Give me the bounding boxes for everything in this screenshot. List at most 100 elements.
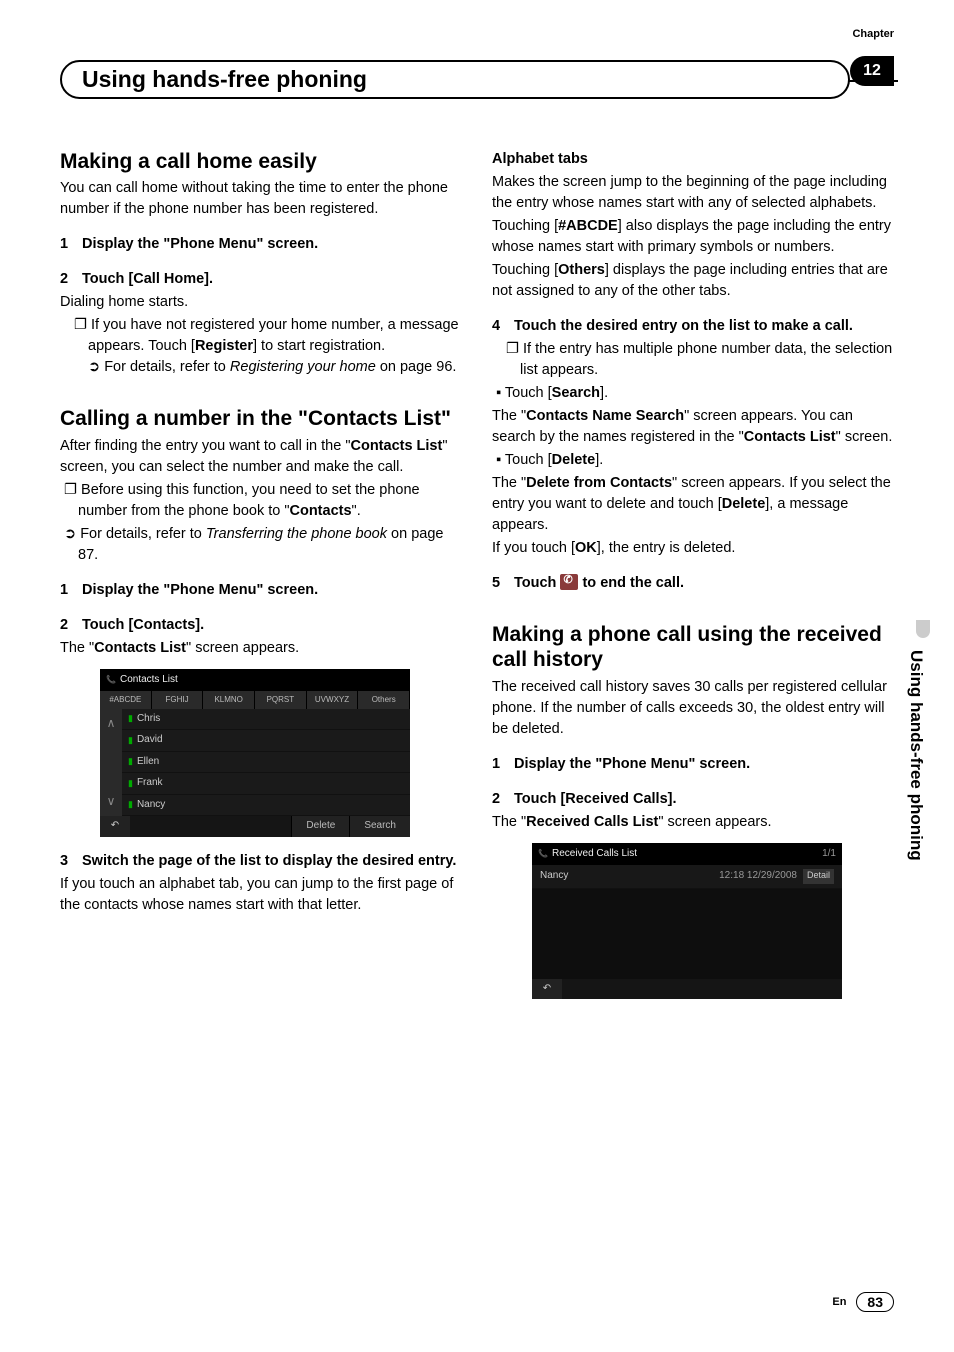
ss-scrollbar[interactable]: ∧ ∨ — [100, 709, 122, 817]
down-arrow-icon[interactable]: ∨ — [107, 793, 116, 810]
text-italic: Registering your home — [230, 359, 376, 375]
delete-button[interactable]: Delete — [291, 816, 349, 837]
step-text: Touch the desired entry on the list to m… — [514, 318, 853, 334]
chapter-label: Chapter — [852, 28, 894, 40]
ss-tab[interactable]: FGHIJ — [152, 691, 204, 709]
step-3: 3Switch the page of the list to display … — [60, 851, 462, 872]
paragraph: Makes the screen jump to the beginning o… — [492, 172, 894, 214]
step-1c: 1Display the "Phone Menu" screen. — [492, 754, 894, 775]
paragraph: The received call history saves 30 calls… — [492, 677, 894, 740]
step-text: to end the call. — [578, 575, 684, 591]
right-column: Alphabet tabs Makes the screen jump to t… — [492, 149, 894, 1009]
search-button[interactable]: Search — [349, 816, 410, 837]
text: Before using this function, you need to … — [78, 482, 420, 519]
ss-tab[interactable]: PQRST — [255, 691, 307, 709]
list-item[interactable]: ▮Chris — [122, 709, 410, 731]
list-item[interactable]: ▮ David — [122, 730, 410, 752]
list-item[interactable]: Nancy 12:18 12/29/2008 Detail — [532, 865, 842, 889]
header-bar: Using hands-free phoning — [60, 60, 894, 99]
step-1b: 1Display the "Phone Menu" screen. — [60, 580, 462, 601]
ss-tab[interactable]: KLMNO — [203, 691, 255, 709]
page-footer: En 83 — [832, 1292, 894, 1312]
paragraph: You can call home without taking the tim… — [60, 178, 462, 220]
text-bold: Delete — [552, 452, 596, 468]
paragraph: Touching [#ABCDE] also displays the page… — [492, 216, 894, 258]
contact-name: Nancy — [137, 798, 165, 813]
paragraph: If you touch an alphabet tab, you can ju… — [60, 874, 462, 916]
ss-tab[interactable]: UVWXYZ — [307, 691, 359, 709]
text-bold: Contacts Name Search — [526, 408, 684, 424]
text-bold: #ABCDE — [558, 218, 618, 234]
step-text: Touch — [514, 575, 560, 591]
note-item: Before using this function, you need to … — [60, 480, 462, 522]
step-2c: 2Touch [Received Calls]. — [492, 789, 894, 810]
paragraph: The "Delete from Contacts" screen appear… — [492, 473, 894, 536]
text: ]. — [595, 452, 603, 468]
paragraph: The "Received Calls List" screen appears… — [492, 812, 894, 833]
paragraph: If you touch [OK], the entry is deleted. — [492, 538, 894, 559]
subheading-alphabet-tabs: Alphabet tabs — [492, 149, 894, 170]
text-bold: Contacts — [290, 503, 352, 519]
step-text: Display the "Phone Menu" screen. — [82, 582, 318, 598]
ss-tab[interactable]: Others — [358, 691, 410, 709]
caller-name: Nancy — [540, 869, 568, 884]
ss-title-bar: 📞 Received Calls List 1/1 — [532, 843, 842, 866]
up-arrow-icon[interactable]: ∧ — [107, 715, 116, 732]
ss-contact-list: ▮Chris ▮ David ▮ Ellen ▮Frank ▮ Nancy — [122, 709, 410, 817]
text: ] to start registration. — [253, 338, 385, 354]
detail-button[interactable]: Detail — [803, 869, 834, 884]
mobile-icon: ▮ — [128, 712, 133, 725]
text-bold: Register — [195, 338, 253, 354]
list-item[interactable]: ▮Frank — [122, 773, 410, 795]
step-text: Touch [Received Calls]. — [514, 791, 677, 807]
page-indicator: 1/1 — [822, 847, 836, 862]
contact-name: David — [137, 733, 163, 748]
heading-calling-contacts: Calling a number in the "Contacts List" — [60, 406, 462, 431]
text: The " — [492, 475, 526, 491]
text: ". — [352, 503, 361, 519]
list-item[interactable]: ▮ Nancy — [122, 795, 410, 817]
text-bold: Search — [552, 385, 600, 401]
ss-footer: ↶ Delete Search — [100, 816, 410, 837]
ss-title-text: Received Calls List — [552, 847, 637, 862]
text: After finding the entry you want to call… — [60, 438, 350, 454]
text-bold: Others — [558, 262, 605, 278]
back-button[interactable]: ↶ — [532, 979, 562, 1000]
text-bold: Contacts List — [350, 438, 442, 454]
end-call-icon — [560, 574, 578, 590]
page-title: Using hands-free phoning — [82, 66, 367, 92]
mobile-icon: ▮ — [128, 734, 133, 747]
text: The " — [492, 814, 526, 830]
step-text: Display the "Phone Menu" screen. — [514, 756, 750, 772]
list-item[interactable]: ▮ Ellen — [122, 752, 410, 774]
ref-item: For details, refer to Registering your h… — [60, 357, 462, 378]
paragraph: After finding the entry you want to call… — [60, 436, 462, 478]
footer-lang: En — [832, 1296, 846, 1308]
text: Touch [ — [505, 385, 552, 401]
text: " screen. — [836, 429, 893, 445]
footer-page-number: 83 — [856, 1292, 894, 1312]
mobile-icon: ▮ — [128, 755, 133, 768]
paragraph: Touching [Others] displays the page incl… — [492, 260, 894, 302]
ss-title-text: Contacts List — [120, 673, 178, 688]
ss-title-bar: 📞 Contacts List — [100, 669, 410, 692]
text-bold: Delete from Contacts — [526, 475, 672, 491]
left-column: Making a call home easily You can call h… — [60, 149, 462, 1009]
empty-area — [532, 889, 842, 979]
text: " screen appears. — [658, 814, 771, 830]
ss-tab[interactable]: #ABCDE — [100, 691, 152, 709]
text-bold: Contacts List — [94, 640, 186, 656]
header-pill: Using hands-free phoning — [60, 60, 850, 99]
bullet-item: Touch [Delete]. — [492, 450, 894, 471]
text-italic: Transferring the phone book — [206, 526, 387, 542]
step-text: Switch the page of the list to display t… — [82, 853, 456, 869]
mobile-icon: ▮ — [128, 798, 133, 811]
text: Touching [ — [492, 218, 558, 234]
back-button[interactable]: ↶ — [100, 816, 130, 837]
contact-name: Ellen — [137, 755, 159, 770]
step-1: 1Display the "Phone Menu" screen. — [60, 234, 462, 255]
step-2: 2Touch [Call Home]. — [60, 269, 462, 290]
step-2b: 2Touch [Contacts]. — [60, 615, 462, 636]
text-bold: Received Calls List — [526, 814, 658, 830]
text: Touching [ — [492, 262, 558, 278]
